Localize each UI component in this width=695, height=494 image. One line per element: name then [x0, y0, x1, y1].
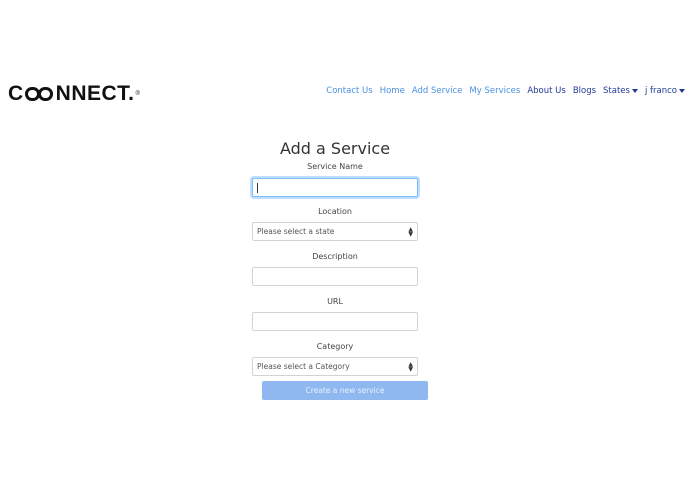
select-arrows-icon: ▲ ▼ — [408, 225, 413, 238]
page-title: Add a Service — [279, 139, 391, 158]
text-cursor — [257, 183, 258, 193]
nav-blogs[interactable]: Blogs — [573, 86, 596, 96]
logo-registered-mark: ® — [135, 91, 141, 97]
service-name-input[interactable] — [252, 178, 418, 197]
caret-down-icon — [631, 88, 638, 93]
description-input[interactable] — [252, 267, 418, 286]
caret-down-icon — [679, 88, 685, 93]
nav-contact-us[interactable]: Contact Us — [326, 86, 372, 96]
select-arrows-icon: ▲ ▼ — [408, 360, 413, 373]
logo[interactable]: C NNECT. ® — [8, 82, 141, 105]
main-nav: Contact Us Home Add Service My Services … — [319, 86, 685, 96]
nav-about-us[interactable]: About Us — [527, 86, 565, 96]
logo-letter-c: C — [8, 82, 24, 105]
logo-text-rest: NNECT. — [55, 82, 135, 105]
logo-double-o-mark — [24, 87, 55, 101]
category-selected-value: Please select a Category — [257, 362, 350, 371]
service-name-label: Service Name — [307, 162, 363, 171]
nav-user-dropdown[interactable]: j franco — [645, 86, 685, 96]
nav-user-label: j franco — [644, 86, 677, 96]
url-input[interactable] — [252, 312, 418, 331]
nav-add-service[interactable]: Add Service — [412, 86, 463, 96]
location-select[interactable]: Please select a state ▲ ▼ — [252, 222, 418, 241]
location-label: Location — [318, 207, 352, 216]
category-label: Category — [316, 342, 354, 351]
category-select[interactable]: Please select a Category ▲ ▼ — [252, 357, 418, 376]
description-label: Description — [312, 252, 358, 261]
add-service-form: Add a Service Service Name Location Plea… — [252, 138, 418, 376]
location-selected-value: Please select a state — [257, 227, 335, 236]
nav-states-dropdown[interactable]: States — [603, 86, 638, 96]
create-service-button[interactable]: Create a new service — [262, 381, 428, 400]
nav-home[interactable]: Home — [380, 86, 405, 96]
nav-my-services[interactable]: My Services — [469, 86, 520, 96]
nav-states-label: States — [603, 86, 630, 96]
url-label: URL — [327, 297, 343, 306]
